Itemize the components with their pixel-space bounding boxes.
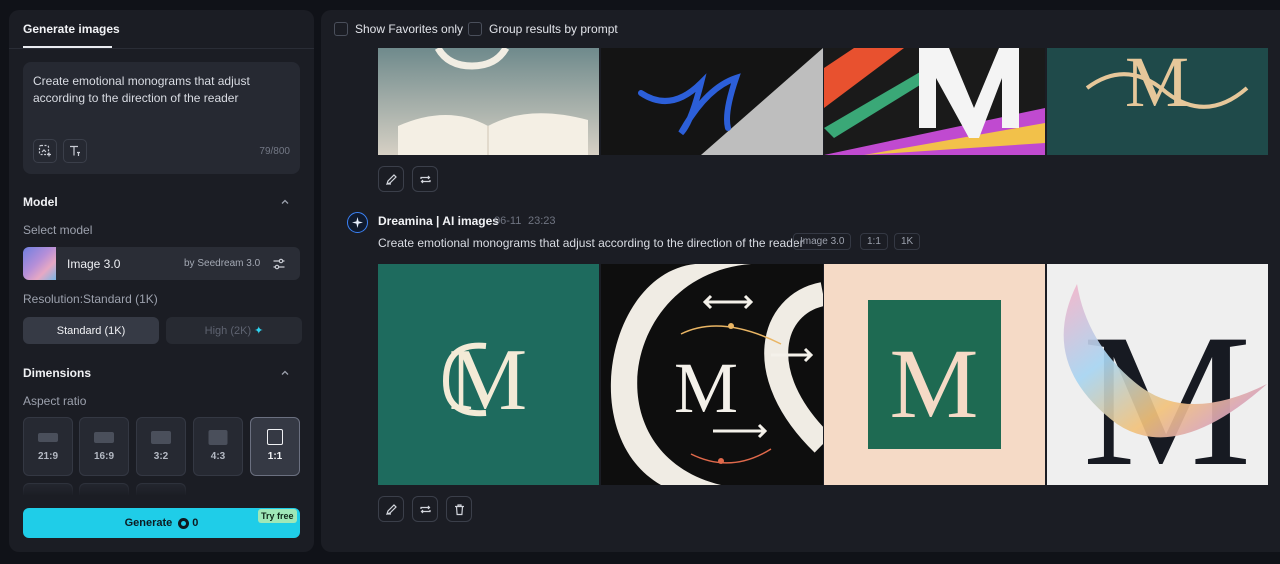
regenerate-button[interactable]: [412, 166, 438, 192]
ratio-shape-icon: [208, 430, 228, 445]
book-image: [378, 48, 599, 155]
tab-generate-images[interactable]: Generate images: [23, 22, 120, 36]
chevron-up-icon[interactable]: [279, 196, 291, 208]
tab-divider: [9, 48, 314, 49]
ratio-label: 4:3: [210, 451, 226, 462]
ratio-label: 21:9: [37, 451, 58, 462]
aspect-ratio-3-2[interactable]: 3:2: [136, 417, 186, 476]
blue-script-m-image: [638, 48, 823, 155]
generated-image[interactable]: M: [378, 264, 599, 485]
iridescent-m-image: M: [1063, 284, 1267, 485]
generated-image[interactable]: M: [601, 264, 823, 485]
resolution-standard-button[interactable]: Standard (1K): [23, 317, 159, 344]
framed-m-image: M: [868, 300, 1001, 449]
ratio-tag: 1:1: [860, 233, 888, 250]
text-format-button[interactable]: [63, 139, 87, 163]
ratio-label: 1:1: [267, 451, 283, 462]
model-name: Image 3.0: [67, 257, 121, 271]
aspect-ratio-16-9[interactable]: 16:9: [79, 417, 129, 476]
generated-image[interactable]: M: [824, 264, 1045, 485]
model-selector[interactable]: Image 3.0 by Seedream 3.0: [23, 247, 300, 280]
generated-image[interactable]: [824, 48, 1045, 155]
ratio-label: 16:9: [93, 451, 114, 462]
ratio-shape-icon: [151, 431, 171, 444]
sliders-icon[interactable]: [272, 257, 286, 271]
group-by-prompt-label: Group results by prompt: [489, 22, 618, 36]
aspect-ratio-1-1[interactable]: 1:1: [250, 417, 300, 476]
ratio-shape-icon: [38, 433, 58, 442]
delete-button[interactable]: [446, 496, 472, 522]
generation-sidebar: Generate images Create emotional monogra…: [9, 10, 314, 552]
repeat-icon: [419, 505, 431, 513]
ratio-shape-icon: [94, 432, 114, 443]
prompt-input[interactable]: Create emotional monograms that adjust a…: [23, 62, 300, 174]
edit-button[interactable]: [378, 166, 404, 192]
regenerate-button[interactable]: [412, 496, 438, 522]
ratio-shape-icon: [267, 429, 283, 445]
text-format-icon: [70, 145, 80, 156]
trash-icon: [454, 503, 464, 515]
generation-time: 23:23: [528, 215, 556, 227]
gold-monogram-image: M: [1085, 48, 1249, 122]
svg-text:M: M: [890, 328, 979, 439]
svg-text:M: M: [674, 348, 738, 428]
colorful-m-image: [824, 48, 1045, 155]
resolution-label: Resolution:Standard (1K): [23, 292, 158, 306]
generated-image[interactable]: [378, 48, 599, 155]
dimensions-section-title: Dimensions: [23, 366, 92, 380]
try-free-badge: Try free: [258, 509, 297, 523]
checkbox-icon: [468, 22, 482, 36]
pencil-icon: [385, 173, 397, 185]
resolution-standard-label: Standard (1K): [56, 324, 126, 337]
generated-image[interactable]: M: [1047, 264, 1268, 485]
repeat-icon: [419, 175, 431, 183]
resolution-high-button[interactable]: High (2K) ✦: [166, 317, 302, 344]
prompt-text[interactable]: Create emotional monograms that adjust a…: [33, 73, 283, 107]
generated-image[interactable]: [601, 48, 823, 155]
model-thumbnail: [23, 247, 56, 280]
show-favorites-checkbox[interactable]: Show Favorites only: [334, 22, 463, 36]
group-by-prompt-checkbox[interactable]: Group results by prompt: [468, 22, 618, 36]
select-model-label: Select model: [23, 223, 93, 237]
add-image-icon: [38, 144, 51, 157]
aspect-ratio-4-3[interactable]: 4:3: [193, 417, 243, 476]
aspect-ratio-21-9[interactable]: 21:9: [23, 417, 73, 476]
model-section-title: Model: [23, 195, 58, 209]
aspect-ratio-label: Aspect ratio: [23, 394, 87, 408]
model-provider: by Seedream 3.0: [184, 258, 261, 269]
edit-button[interactable]: [378, 496, 404, 522]
avatar: [347, 212, 368, 233]
resolution-high-label: High (2K): [204, 324, 252, 337]
scroll-fade: [9, 480, 314, 500]
credit-icon: [178, 517, 190, 529]
arrows-monogram-image: M: [610, 264, 823, 485]
generated-image[interactable]: M: [1047, 48, 1268, 155]
credit-cost-value: 0: [192, 517, 199, 529]
add-image-button[interactable]: [33, 139, 57, 163]
results-panel: Show Favorites only Group results by pro…: [321, 10, 1280, 552]
generation-date: 06-11: [494, 215, 522, 227]
author-name: Dreamina | AI images: [378, 214, 499, 228]
pencil-icon: [385, 503, 397, 515]
sparkle-icon: ✦: [254, 325, 264, 337]
chevron-up-icon[interactable]: [279, 367, 291, 379]
prompt-char-count: 79/800: [259, 146, 290, 157]
model-tag: Image 3.0: [793, 233, 852, 250]
ratio-label: 3:2: [153, 451, 169, 462]
generate-label: Generate: [124, 517, 173, 529]
generation-prompt: Create emotional monograms that adjust a…: [378, 236, 804, 250]
credit-cost: 0: [178, 517, 198, 529]
sparkle-logo-icon: [352, 217, 363, 228]
show-favorites-label: Show Favorites only: [355, 22, 464, 36]
teal-monogram-image: M: [442, 332, 527, 429]
checkbox-icon: [334, 22, 348, 36]
resolution-tag: 1K: [894, 233, 921, 250]
